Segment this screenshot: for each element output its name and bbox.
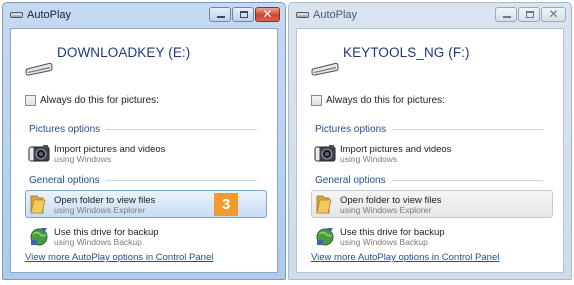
window-title: AutoPlay bbox=[27, 9, 72, 21]
maximize-icon bbox=[526, 11, 534, 18]
pictures-options-title: Pictures options bbox=[29, 124, 101, 135]
always-do-this-label: Always do this for pictures: bbox=[326, 95, 445, 106]
section-divider bbox=[105, 180, 257, 181]
import-pictures-option[interactable]: Import pictures and videos using Windows bbox=[25, 139, 267, 167]
usb-drive-icon bbox=[25, 62, 53, 76]
stage: AutoPlay ✕ DOWNLOADKEY (E:) Always do th… bbox=[0, 0, 574, 285]
backup-sublabel: using Windows Backup bbox=[340, 237, 428, 247]
minimize-button[interactable] bbox=[209, 7, 231, 22]
maximize-button[interactable] bbox=[232, 7, 254, 22]
backup-globe-icon bbox=[30, 228, 48, 246]
usb-drive-icon bbox=[296, 12, 309, 18]
import-pictures-option[interactable]: Import pictures and videos using Windows bbox=[311, 139, 553, 167]
folder-icon bbox=[316, 195, 332, 214]
caption-buttons: ✕ bbox=[208, 7, 280, 22]
always-do-this-checkbox-row[interactable]: Always do this for pictures: bbox=[25, 95, 159, 106]
always-do-this-checkbox-row[interactable]: Always do this for pictures: bbox=[311, 95, 445, 106]
usb-drive-icon bbox=[10, 12, 23, 18]
camera-icon bbox=[28, 145, 50, 162]
general-options-title: General options bbox=[29, 175, 100, 186]
usb-drive-icon bbox=[311, 62, 339, 76]
title-bar[interactable]: AutoPlay ✕ bbox=[289, 3, 571, 28]
general-options-heading: General options bbox=[29, 175, 257, 186]
section-divider bbox=[106, 129, 257, 130]
pictures-options-title: Pictures options bbox=[315, 124, 387, 135]
window-title: AutoPlay bbox=[313, 9, 358, 21]
close-icon: ✕ bbox=[548, 7, 559, 21]
close-button[interactable]: ✕ bbox=[255, 7, 280, 22]
close-icon: ✕ bbox=[262, 7, 273, 21]
drive-label: KEYTOOLS_NG (F:) bbox=[343, 45, 470, 60]
general-options-heading: General options bbox=[315, 175, 543, 186]
control-panel-link[interactable]: View more AutoPlay options in Control Pa… bbox=[311, 252, 499, 263]
open-folder-sublabel: using Windows Explorer bbox=[54, 205, 146, 215]
maximize-button[interactable] bbox=[518, 7, 540, 22]
import-pictures-sublabel: using Windows bbox=[54, 154, 112, 164]
open-folder-option[interactable]: Open folder to view files using Windows … bbox=[311, 190, 553, 218]
backup-sublabel: using Windows Backup bbox=[54, 237, 142, 247]
minimize-icon bbox=[503, 16, 511, 18]
maximize-icon bbox=[240, 11, 248, 18]
backup-option[interactable]: Use this drive for backup using Windows … bbox=[311, 222, 553, 250]
general-options-title: General options bbox=[315, 175, 386, 186]
backup-option[interactable]: Use this drive for backup using Windows … bbox=[25, 222, 267, 250]
folder-icon bbox=[30, 195, 46, 214]
minimize-icon bbox=[217, 16, 225, 18]
always-do-this-label: Always do this for pictures: bbox=[40, 95, 159, 106]
pictures-options-heading: Pictures options bbox=[29, 124, 257, 135]
control-panel-link[interactable]: View more AutoPlay options in Control Pa… bbox=[25, 252, 213, 263]
autoplay-content: DOWNLOADKEY (E:) Always do this for pict… bbox=[10, 28, 278, 273]
step-callout-badge: 3 bbox=[214, 193, 238, 216]
pictures-options-heading: Pictures options bbox=[315, 124, 543, 135]
autoplay-window-f: AutoPlay ✕ KEYTOOLS_NG (F:) Always do th… bbox=[288, 2, 572, 280]
drive-label: DOWNLOADKEY (E:) bbox=[57, 45, 191, 60]
section-divider bbox=[392, 129, 543, 130]
always-do-this-checkbox[interactable] bbox=[311, 95, 322, 106]
open-folder-sublabel: using Windows Explorer bbox=[340, 205, 432, 215]
title-bar[interactable]: AutoPlay ✕ bbox=[3, 3, 285, 28]
minimize-button[interactable] bbox=[495, 7, 517, 22]
autoplay-window-e: AutoPlay ✕ DOWNLOADKEY (E:) Always do th… bbox=[2, 2, 286, 280]
close-button[interactable]: ✕ bbox=[541, 7, 566, 22]
autoplay-content: KEYTOOLS_NG (F:) Always do this for pict… bbox=[296, 28, 564, 273]
always-do-this-checkbox[interactable] bbox=[25, 95, 36, 106]
section-divider bbox=[391, 180, 543, 181]
camera-icon bbox=[314, 145, 336, 162]
open-folder-option[interactable]: Open folder to view files using Windows … bbox=[25, 190, 267, 218]
caption-buttons: ✕ bbox=[494, 7, 566, 22]
backup-globe-icon bbox=[316, 228, 334, 246]
import-pictures-sublabel: using Windows bbox=[340, 154, 398, 164]
